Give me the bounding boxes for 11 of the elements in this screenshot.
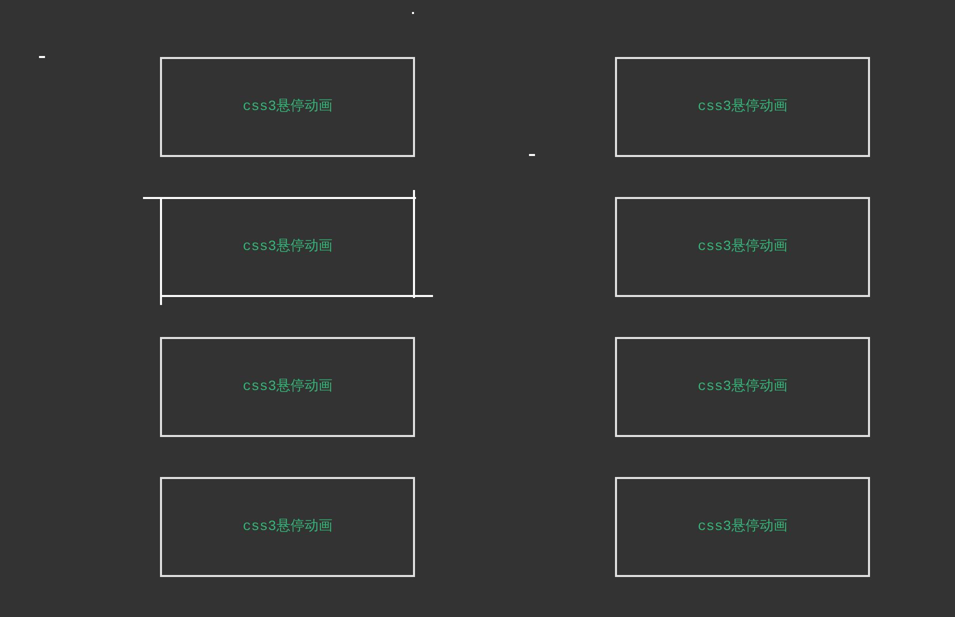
card-label: css3悬停动画 xyxy=(698,98,788,115)
card-label: css3悬停动画 xyxy=(698,238,788,255)
card-label: css3悬停动画 xyxy=(242,238,332,255)
card-label: css3悬停动画 xyxy=(698,378,788,395)
card-label: css3悬停动画 xyxy=(242,98,332,115)
line-fragment xyxy=(39,56,45,58)
card-label: css3悬停动画 xyxy=(242,518,332,535)
card-label: css3悬停动画 xyxy=(242,378,332,395)
card-label: css3悬停动画 xyxy=(698,518,788,535)
line-fragment xyxy=(529,154,535,156)
line-fragment xyxy=(412,12,414,14)
